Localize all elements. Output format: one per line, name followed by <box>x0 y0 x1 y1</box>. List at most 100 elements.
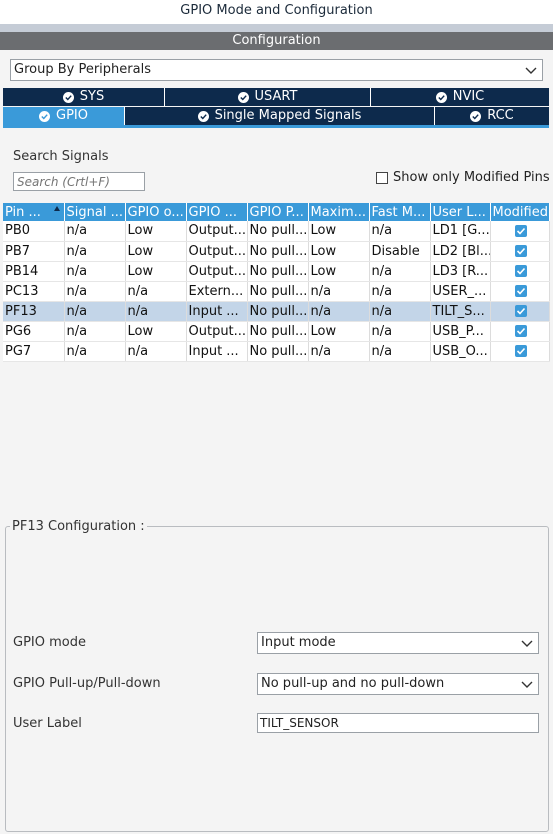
column-header-user-label[interactable]: User L... <box>430 203 491 221</box>
modified-checkbox[interactable] <box>514 265 527 277</box>
modified-checkbox[interactable] <box>514 224 527 237</box>
cell-modified <box>490 321 550 342</box>
search-input[interactable] <box>13 172 145 191</box>
cell-modified <box>490 221 550 242</box>
check-icon <box>516 267 525 275</box>
cell-gpio-mode: Extern... <box>186 281 248 302</box>
cell-user-label: USER_... <box>430 281 491 302</box>
tab-label: USART <box>254 89 298 104</box>
table-row[interactable]: PB0 n/a Low Output... No pull... Low n/a LD1 [G… <box>3 221 550 242</box>
tab-rcc[interactable]: RCC <box>435 107 549 125</box>
cell-maximum-speed: n/a <box>308 341 370 362</box>
column-header-modified[interactable]: Modified <box>490 203 550 221</box>
pin-table: Pin ... Signal ... GPIO o... GPIO ... GP… <box>3 203 550 362</box>
check-icon <box>470 110 482 122</box>
tab-single-mapped-signals[interactable]: Single Mapped Signals <box>125 107 435 125</box>
check-icon <box>197 110 209 122</box>
cell-gpio-pull: No pull... <box>247 321 309 342</box>
cell-signal: n/a <box>64 221 126 242</box>
cell-maximum-speed: n/a <box>308 301 370 322</box>
cell-signal: n/a <box>64 301 126 322</box>
show-modified-checkbox[interactable] <box>376 172 388 184</box>
cell-pin: PG6 <box>3 321 65 342</box>
cell-signal: n/a <box>64 241 126 262</box>
column-header-gpio-pull[interactable]: GPIO P... <box>247 203 309 221</box>
gpio-pull-dropdown[interactable]: No pull-up and no pull-down <box>257 673 539 695</box>
cell-signal: n/a <box>64 281 126 302</box>
tab-row-1: SYS USART NVIC <box>3 88 549 106</box>
tab-usart[interactable]: USART <box>165 88 371 106</box>
modified-checkbox[interactable] <box>514 305 527 317</box>
cell-gpio-pull: No pull... <box>247 241 309 262</box>
cell-pin: PB0 <box>3 221 65 242</box>
modified-checkbox[interactable] <box>514 285 527 297</box>
gpio-pull-value: No pull-up and no pull-down <box>261 676 445 691</box>
cell-maximum-speed: Low <box>308 221 370 242</box>
sort-up-icon <box>53 206 60 211</box>
check-icon <box>516 247 525 255</box>
table-row[interactable]: PC13 n/a n/a Extern... No pull... n/a n/a USER_… <box>3 281 550 302</box>
cell-gpio-output-level: n/a <box>125 301 187 322</box>
modified-checkbox[interactable] <box>514 325 527 337</box>
tab-underline <box>3 125 549 128</box>
check-icon <box>516 287 525 295</box>
cell-gpio-mode: Output... <box>186 221 248 242</box>
cell-gpio-pull: No pull... <box>247 281 309 302</box>
column-header-gpio-output-level[interactable]: GPIO o... <box>125 203 187 221</box>
cell-modified <box>490 261 550 282</box>
table-row[interactable]: PB14 n/a Low Output... No pull... Low n/a LD3 [… <box>3 261 550 282</box>
configuration-header: Configuration <box>0 32 553 50</box>
table-row[interactable]: PG6 n/a Low Output... No pull... Low n/a USB_P.… <box>3 321 550 342</box>
cell-user-label: LD1 [G... <box>430 221 491 242</box>
cell-modified <box>490 301 550 322</box>
gpio-mode-value: Input mode <box>261 635 336 650</box>
cell-modified <box>490 341 550 362</box>
cell-gpio-mode: Input ... <box>186 341 248 362</box>
cell-user-label: USB_P... <box>430 321 491 342</box>
cell-signal: n/a <box>64 321 126 342</box>
tab-label: SYS <box>79 89 105 104</box>
column-header-gpio-mode[interactable]: GPIO ... <box>186 203 248 221</box>
cell-gpio-pull: No pull... <box>247 301 309 322</box>
user-label-label: User Label <box>13 716 82 731</box>
column-header-maximum-speed[interactable]: Maxim... <box>308 203 370 221</box>
gpio-mode-dropdown[interactable]: Input mode <box>257 632 539 654</box>
cell-modified <box>490 281 550 302</box>
cell-gpio-mode: Input ... <box>186 301 248 322</box>
tab-nvic[interactable]: NVIC <box>371 88 549 106</box>
table-row[interactable]: PF13 n/a n/a Input ... No pull... n/a n/a TILT_… <box>3 301 550 322</box>
column-header-fast-mode[interactable]: Fast M... <box>369 203 431 221</box>
cell-gpio-output-level: Low <box>125 321 187 342</box>
check-icon <box>435 91 447 103</box>
check-icon <box>516 327 525 335</box>
column-header-signal[interactable]: Signal ... <box>64 203 126 221</box>
table-row[interactable]: PB7 n/a Low Output... No pull... Low Disable LD… <box>3 241 550 262</box>
table-row[interactable]: PG7 n/a n/a Input ... No pull... n/a n/a USB_O.… <box>3 341 550 362</box>
cell-user-label: LD3 [R... <box>430 261 491 282</box>
modified-checkbox[interactable] <box>514 245 527 257</box>
tab-gpio[interactable]: GPIO <box>3 107 125 125</box>
cell-fast-mode: n/a <box>369 221 431 242</box>
check-icon <box>39 110 50 122</box>
cell-gpio-mode: Output... <box>186 261 248 282</box>
table-header-row: Pin ... Signal ... GPIO o... GPIO ... GP… <box>3 203 550 221</box>
cell-fast-mode: n/a <box>369 301 431 322</box>
show-modified-label: Show only Modified Pins <box>393 170 550 185</box>
cell-gpio-pull: No pull... <box>247 221 309 242</box>
cell-gpio-pull: No pull... <box>247 341 309 362</box>
title-separator <box>0 24 553 32</box>
pin-configuration-legend: PF13 Configuration : <box>10 519 147 534</box>
column-header-pin[interactable]: Pin ... <box>3 203 65 221</box>
cell-pin: PF13 <box>3 301 65 322</box>
cell-gpio-mode: Output... <box>186 321 248 342</box>
cell-gpio-output-level: n/a <box>125 341 187 362</box>
group-by-dropdown[interactable]: Group By Peripherals <box>10 59 543 81</box>
cell-pin: PB7 <box>3 241 65 262</box>
cell-gpio-output-level: Low <box>125 261 187 282</box>
cell-pin: PB14 <box>3 261 65 282</box>
tab-sys[interactable]: SYS <box>3 88 165 106</box>
user-label-input[interactable]: TILT_SENSOR <box>257 713 539 733</box>
modified-checkbox[interactable] <box>514 345 527 357</box>
tab-label: RCC <box>487 108 514 123</box>
cell-modified <box>490 241 550 262</box>
